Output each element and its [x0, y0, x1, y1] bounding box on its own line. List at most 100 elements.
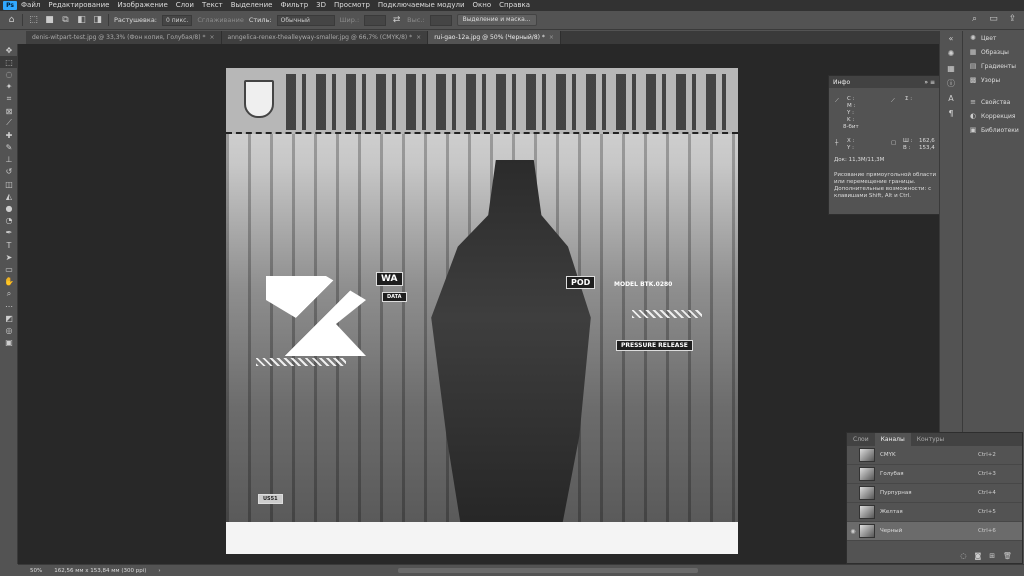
save-selection-icon[interactable]: ◙	[974, 552, 981, 560]
share-icon[interactable]: ⇪	[1007, 14, 1018, 25]
character-panel-icon[interactable]: A	[940, 91, 962, 106]
menu-window[interactable]: Окно	[469, 0, 496, 11]
menu-3d[interactable]: 3D	[312, 0, 330, 11]
tab-paths[interactable]: Контуры	[911, 433, 950, 446]
tab-document-2[interactable]: anngelica-renex-thealleyway-smaller.jpg …	[221, 31, 429, 44]
type-tool-icon[interactable]: T	[0, 239, 18, 251]
tab-document-1[interactable]: denis-witpart-test.jpg @ 33,3% (Фон копи…	[26, 31, 222, 44]
new-channel-icon[interactable]: ⊞	[989, 552, 995, 560]
paint-bucket-icon[interactable]: ◭	[0, 190, 18, 202]
glyph-banner	[286, 74, 726, 130]
hand-icon[interactable]: ✋	[0, 276, 18, 288]
channel-row-magenta[interactable]: Пурпурная Ctrl+4	[847, 484, 1022, 503]
menu-filter[interactable]: Фильтр	[276, 0, 312, 11]
rectangle-tool-icon[interactable]: ▭	[0, 263, 18, 275]
panel-menu-icon[interactable]: » ≡	[924, 79, 935, 86]
height-input[interactable]	[429, 14, 452, 26]
document-canvas[interactable]: WA DATA POD MODEL BTK.0280 PRESSURE RELE…	[226, 68, 738, 554]
menu-file[interactable]: Файл	[17, 0, 44, 11]
eye-icon[interactable]: ◉	[847, 528, 859, 535]
menu-edit[interactable]: Редактирование	[44, 0, 113, 11]
swatches-panel-icon[interactable]: ▦	[940, 61, 962, 76]
eraser-icon[interactable]: ◫	[0, 178, 18, 190]
select-and-mask-button[interactable]: Выделение и маска...	[456, 14, 537, 26]
style-select[interactable]: Обычный	[276, 14, 335, 26]
channel-row-cyan[interactable]: Голубая Ctrl+3	[847, 465, 1022, 484]
channel-shortcut: Ctrl+5	[978, 509, 996, 515]
menu-layers[interactable]: Слои	[172, 0, 198, 11]
dock-libraries[interactable]: ▣ Библиотеки	[963, 123, 1024, 137]
close-icon[interactable]: ×	[549, 31, 554, 44]
crop-icon[interactable]: ⌗	[0, 93, 18, 105]
chevron-right-icon[interactable]: ›	[158, 568, 160, 574]
horizontal-scrollbar[interactable]	[398, 568, 698, 573]
dock-gradients[interactable]: ▤ Градиенты	[963, 59, 1024, 73]
paragraph-panel-icon[interactable]: ¶	[940, 106, 962, 121]
dock-adjustments[interactable]: ◐ Коррекция	[963, 109, 1024, 123]
feather-input[interactable]: 0 пикс.	[162, 14, 193, 26]
magic-wand-icon[interactable]: ✦	[0, 81, 18, 93]
dock-color[interactable]: ✺ Цвет	[963, 31, 1024, 45]
dodge-icon[interactable]: ◔	[0, 215, 18, 227]
move-tool-icon[interactable]: ✥	[0, 44, 18, 56]
more-tools-icon[interactable]: ⋯	[0, 300, 18, 312]
width-input[interactable]	[364, 14, 387, 26]
menu-help[interactable]: Справка	[495, 0, 534, 11]
channel-row-cmyk[interactable]: CMYK Ctrl+2	[847, 446, 1022, 465]
tab-layers[interactable]: Слои	[847, 433, 875, 446]
add-selection-icon[interactable]: ⧉	[60, 15, 71, 26]
dock-properties[interactable]: ≡ Свойства	[963, 95, 1024, 109]
brush-icon[interactable]: ✎	[0, 142, 18, 154]
channel-row-yellow[interactable]: Желтая Ctrl+5	[847, 503, 1022, 522]
canvas-area[interactable]: WA DATA POD MODEL BTK.0280 PRESSURE RELE…	[18, 44, 939, 564]
divider	[963, 87, 1024, 95]
tab-document-3[interactable]: rui-gao-12a.jpg @ 50% (Черный/8) * ×	[428, 31, 561, 44]
swatches-icon: ▦	[969, 48, 977, 56]
lasso-icon[interactable]: ◌	[0, 68, 18, 80]
tab-channels[interactable]: Каналы	[874, 433, 911, 446]
delete-channel-icon[interactable]: 🗑	[1003, 552, 1012, 560]
collapse-icon[interactable]: «	[940, 31, 962, 46]
workspace-icon[interactable]: ▭	[988, 14, 999, 25]
home-icon[interactable]: ⌂	[6, 15, 17, 26]
dock-swatches[interactable]: ▦ Образцы	[963, 45, 1024, 59]
rectangular-marquee-icon[interactable]: ⬚	[0, 56, 18, 69]
marquee-preset-icon[interactable]: ⬚	[28, 15, 39, 26]
subtract-selection-icon[interactable]: ◧	[76, 15, 87, 26]
new-selection-icon[interactable]: ■	[44, 15, 55, 26]
quick-mask-icon[interactable]: ◎	[0, 324, 18, 336]
menu-plugins[interactable]: Подключаемые модули	[374, 0, 469, 11]
menu-view[interactable]: Просмотр	[330, 0, 374, 11]
swap-icon[interactable]: ⇄	[391, 15, 402, 26]
history-brush-icon[interactable]: ↺	[0, 166, 18, 178]
dock-patterns[interactable]: ▩ Узоры	[963, 73, 1024, 87]
zoom-level[interactable]: 50%	[30, 568, 42, 574]
intersect-selection-icon[interactable]: ◨	[92, 15, 103, 26]
zoom-icon[interactable]: ⌕	[0, 288, 18, 300]
healing-brush-icon[interactable]: ✚	[0, 129, 18, 141]
menu-image[interactable]: Изображение	[113, 0, 171, 11]
load-selection-icon[interactable]: ◌	[960, 552, 966, 560]
antialias-checkbox[interactable]: Сглаживание	[197, 16, 243, 24]
channel-name: Пурпурная	[880, 490, 912, 496]
color-swatches-icon[interactable]: ◩	[0, 312, 18, 324]
search-icon[interactable]: ⌕	[969, 14, 980, 25]
menu-select[interactable]: Выделение	[227, 0, 277, 11]
eyedropper-icon[interactable]: ⟋	[0, 117, 18, 129]
path-selection-icon[interactable]: ➤	[0, 251, 18, 263]
screen-mode-icon[interactable]: ▣	[0, 337, 18, 349]
channel-shortcut: Ctrl+6	[978, 528, 996, 534]
close-icon[interactable]: ×	[416, 31, 421, 44]
color-panel-icon[interactable]: ✺	[940, 46, 962, 61]
photoshop-logo-icon[interactable]: Ps	[3, 1, 17, 10]
menu-type[interactable]: Текст	[198, 0, 227, 11]
frame-icon[interactable]: ⊠	[0, 105, 18, 117]
info-panel-title[interactable]: Инфо	[833, 79, 850, 86]
close-icon[interactable]: ×	[210, 31, 215, 44]
channel-row-black[interactable]: ◉ Черный Ctrl+6	[847, 522, 1022, 541]
info-panel-icon[interactable]: ⓘ	[940, 76, 962, 91]
blur-icon[interactable]: ●	[0, 202, 18, 214]
pen-icon[interactable]: ✒	[0, 227, 18, 239]
clone-stamp-icon[interactable]: ⊥	[0, 154, 18, 166]
info-h-value: 153,4	[919, 145, 935, 151]
